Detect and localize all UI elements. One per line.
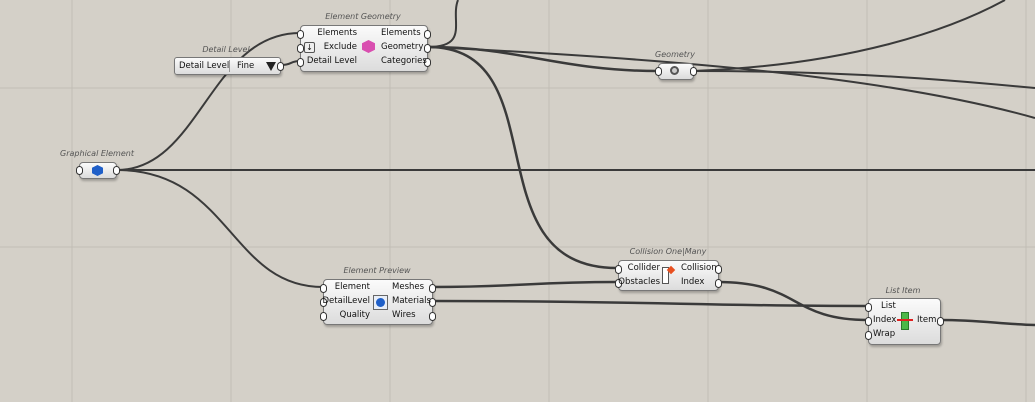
element-preview-title: Element Preview — [343, 266, 411, 275]
output-label: Materials — [392, 296, 431, 306]
input-grip[interactable] — [865, 317, 872, 326]
input-label: Elements — [317, 28, 357, 38]
input-grip[interactable] — [297, 58, 304, 67]
input-label: Quality — [339, 310, 370, 320]
element-preview-icon — [373, 295, 388, 310]
list-item-icon — [901, 312, 909, 330]
flatten-arrow-icon[interactable]: ↓ — [304, 42, 315, 53]
input-grip[interactable] — [615, 265, 622, 274]
output-grip[interactable] — [424, 44, 431, 53]
input-grip[interactable] — [320, 284, 327, 293]
output-label: Elements — [381, 28, 421, 38]
element-geometry-node[interactable]: ↓ Elements Exclude Detail Level Elements… — [297, 25, 431, 72]
detail-level-value-list[interactable]: Detail Level Fine — [174, 57, 284, 75]
input-label: Wrap — [873, 329, 896, 339]
output-grip[interactable] — [277, 62, 284, 71]
input-label: DetailLevel — [322, 296, 370, 306]
input-label: Obstacles — [618, 277, 660, 287]
input-grip[interactable] — [76, 166, 83, 175]
collision-one-many-node[interactable]: Collider Obstacles Collision Index — [615, 260, 722, 291]
output-label: Item — [917, 315, 937, 325]
input-grip[interactable] — [297, 30, 304, 39]
element-geometry-icon — [362, 40, 375, 53]
wire — [116, 169, 324, 288]
input-label: Index — [873, 315, 897, 325]
output-grip[interactable] — [937, 317, 944, 326]
output-grip[interactable] — [429, 312, 436, 321]
output-label: Meshes — [392, 282, 425, 292]
dropdown-triangle-icon[interactable] — [266, 62, 276, 71]
wire — [692, 0, 1006, 72]
wire — [939, 318, 1035, 327]
value-list-label: Detail Level — [179, 61, 230, 71]
graphical-element-icon — [92, 165, 103, 176]
input-grip[interactable] — [320, 312, 327, 321]
output-label: Index — [681, 277, 705, 287]
element-preview-node[interactable]: Element DetailLevel Quality Meshes Mater… — [320, 279, 436, 325]
output-grip[interactable] — [424, 30, 431, 39]
list-item-node[interactable]: List Index Wrap Item — [865, 298, 944, 345]
collision-title: Collision One|Many — [629, 247, 707, 256]
output-grip[interactable] — [429, 284, 436, 293]
wire — [427, 0, 459, 48]
output-grip[interactable] — [113, 166, 120, 175]
value-list-selected[interactable]: Fine — [237, 60, 254, 72]
wire — [427, 46, 1035, 119]
wire — [431, 280, 618, 289]
output-label: Geometry — [381, 42, 424, 52]
output-label: Categories — [381, 56, 427, 66]
geometry-title: Geometry — [655, 50, 695, 59]
geometry-param-node[interactable] — [655, 63, 697, 80]
input-label: Detail Level — [306, 56, 357, 66]
element-geometry-title: Element Geometry — [325, 12, 401, 21]
wire — [692, 70, 1035, 89]
grasshopper-canvas[interactable]: Element Geometry ↓ Elements Exclude Deta… — [0, 0, 1035, 402]
wire — [717, 280, 869, 322]
list-item-arrow-icon — [897, 319, 913, 321]
input-grip[interactable] — [865, 331, 872, 340]
output-grip[interactable] — [690, 67, 697, 76]
input-label: Element — [334, 282, 370, 292]
input-grip[interactable] — [297, 44, 304, 53]
input-grip[interactable] — [865, 303, 872, 312]
input-label: Exclude — [323, 42, 357, 52]
wire — [427, 45, 618, 270]
graphical-element-param-node[interactable] — [76, 162, 120, 179]
output-grip[interactable] — [715, 279, 722, 288]
input-label: Collider — [627, 263, 660, 273]
input-grip[interactable] — [655, 67, 662, 76]
graphical-element-title: Graphical Element — [60, 149, 134, 158]
input-label: List — [881, 301, 896, 311]
detail-level-title: Detail Level — [202, 45, 250, 54]
output-label: Collision — [681, 263, 717, 273]
geometry-icon — [670, 66, 679, 75]
output-label: Wires — [392, 310, 416, 320]
list-item-title: List Item — [885, 286, 921, 295]
